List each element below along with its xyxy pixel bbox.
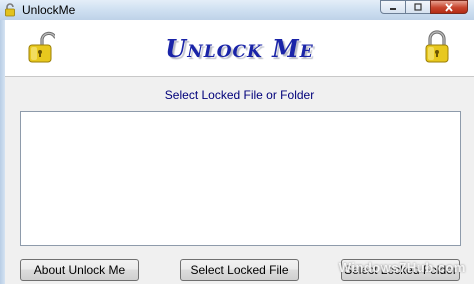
minimize-icon bbox=[390, 8, 396, 10]
unlockme-window: UnlockMe Unlock Me Select Locked File or… bbox=[0, 0, 474, 284]
select-prompt-label: Select Locked File or Folder bbox=[164, 88, 315, 102]
close-icon bbox=[445, 2, 453, 12]
maximize-icon bbox=[414, 3, 422, 11]
maximize-button[interactable] bbox=[405, 0, 431, 14]
app-padlock-icon bbox=[5, 3, 15, 17]
title-bar[interactable]: UnlockMe bbox=[0, 0, 474, 21]
select-locked-file-button[interactable]: Select Locked File bbox=[180, 259, 299, 281]
header-banner: Unlock Me bbox=[5, 20, 474, 77]
window-controls bbox=[380, 0, 468, 14]
select-locked-folder-button[interactable]: Select Locked Folder bbox=[341, 259, 460, 281]
window-title: UnlockMe bbox=[22, 3, 76, 17]
locked-padlock-icon bbox=[425, 30, 449, 63]
minimize-button[interactable] bbox=[380, 0, 406, 14]
app-heading: Unlock Me bbox=[165, 34, 314, 63]
close-button[interactable] bbox=[430, 0, 468, 14]
locked-items-listbox[interactable] bbox=[20, 111, 461, 246]
about-button[interactable]: About Unlock Me bbox=[20, 259, 139, 281]
